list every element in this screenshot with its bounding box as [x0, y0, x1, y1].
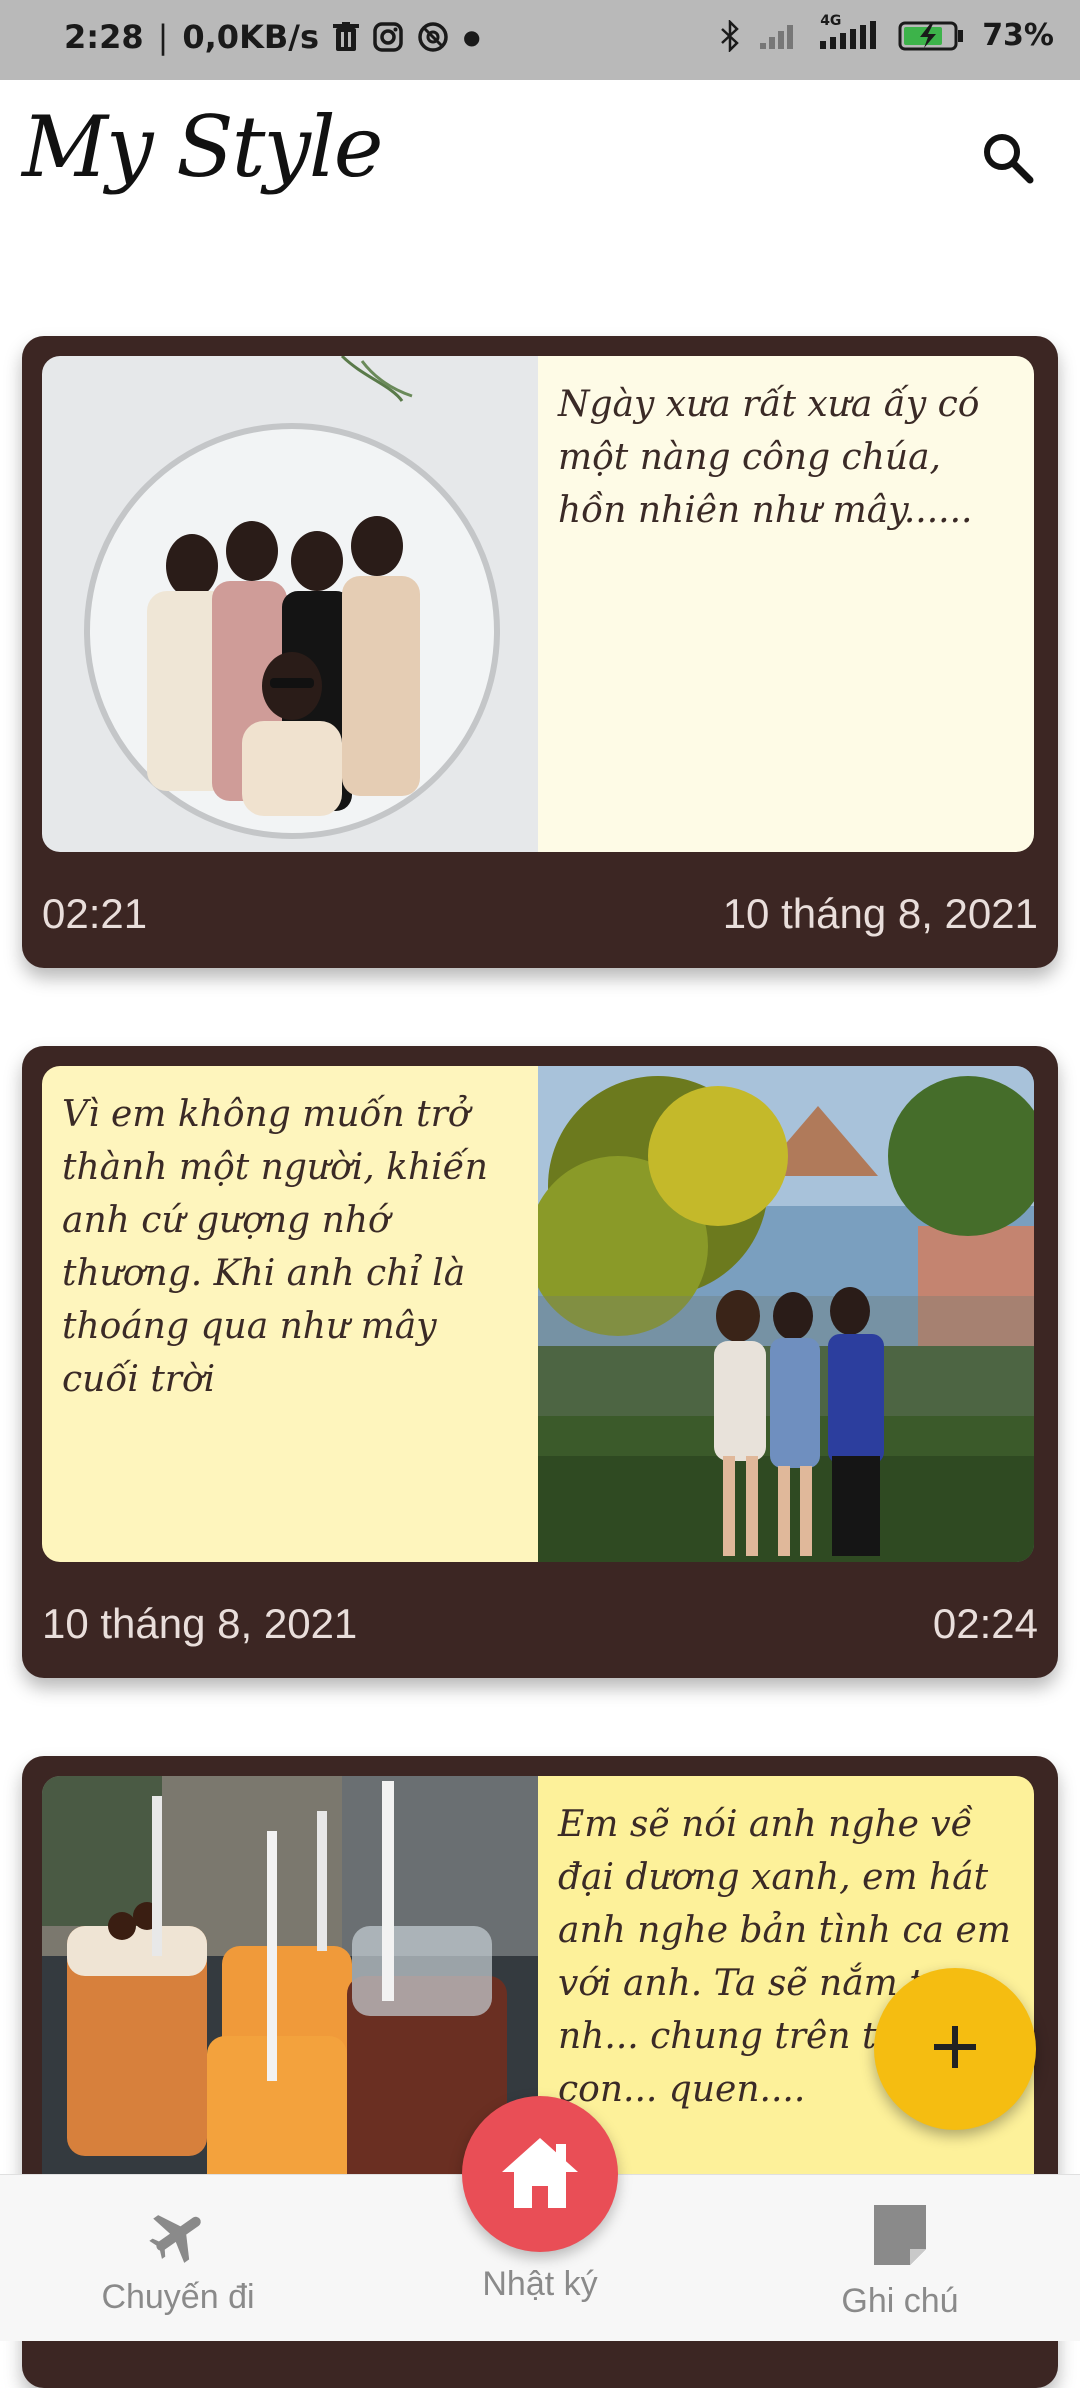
signal-icon: 4G [818, 13, 880, 51]
plus-icon [932, 2024, 978, 2074]
home-icon [498, 2132, 582, 2216]
card-footer: 02:21 10 tháng 8, 2021 [42, 884, 1038, 944]
app-bar: My Style [0, 80, 1080, 230]
diary-card[interactable]: Ngày xưa rất xưa ấy có một nàng công chú… [22, 336, 1058, 968]
add-entry-button[interactable] [874, 1968, 1036, 2130]
status-speed: 0,0KB/s [182, 18, 319, 56]
nav-item-diary[interactable]: Nhật ký [390, 2259, 690, 2304]
diary-note: Vì em không muốn trở thành một người, kh… [42, 1066, 538, 1562]
nav-item-trips[interactable]: Chuyến đi [28, 2203, 328, 2317]
airplane-icon [142, 2215, 214, 2271]
diary-card[interactable]: Vì em không muốn trở thành một người, kh… [22, 1046, 1058, 1678]
network-type: 4G [820, 12, 842, 29]
group-of-five-friends-photo [42, 356, 538, 852]
status-dot: ● [462, 25, 481, 49]
nav-label-trips: Chuyến đi [101, 2278, 255, 2316]
note-icon [872, 2205, 928, 2275]
signal-icon-1 [758, 21, 800, 51]
diary-note: Ngày xưa rất xưa ấy có một nàng công chú… [538, 356, 1034, 852]
bluetooth-icon [720, 19, 740, 52]
home-button[interactable] [462, 2096, 618, 2252]
app-title: My Style [22, 98, 383, 196]
status-bar: 2:28 | 0,0KB/s ● 4G 73% [0, 0, 1080, 80]
trash-icon [332, 22, 359, 52]
search-icon[interactable] [976, 126, 1040, 190]
sync-icon [417, 21, 449, 53]
entry-date: 10 tháng 8, 2021 [42, 1600, 358, 1647]
entry-time: 02:24 [932, 1600, 1038, 1647]
nav-label-notes: Ghi chú [841, 2282, 959, 2320]
nav-label-diary: Nhật ký [482, 2265, 598, 2303]
status-divider: | [157, 18, 169, 56]
battery-percent: 73% [982, 18, 1054, 53]
instagram-icon [373, 22, 403, 52]
status-time: 2:28 [64, 18, 144, 56]
entry-time: 02:21 [42, 890, 148, 937]
card-footer: 10 tháng 8, 2021 02:24 [42, 1594, 1038, 1654]
three-women-garden-photo [538, 1066, 1034, 1562]
nav-item-notes[interactable]: Ghi chú [750, 2203, 1050, 2321]
entry-date: 10 tháng 8, 2021 [722, 890, 1038, 937]
battery-icon [898, 20, 964, 52]
